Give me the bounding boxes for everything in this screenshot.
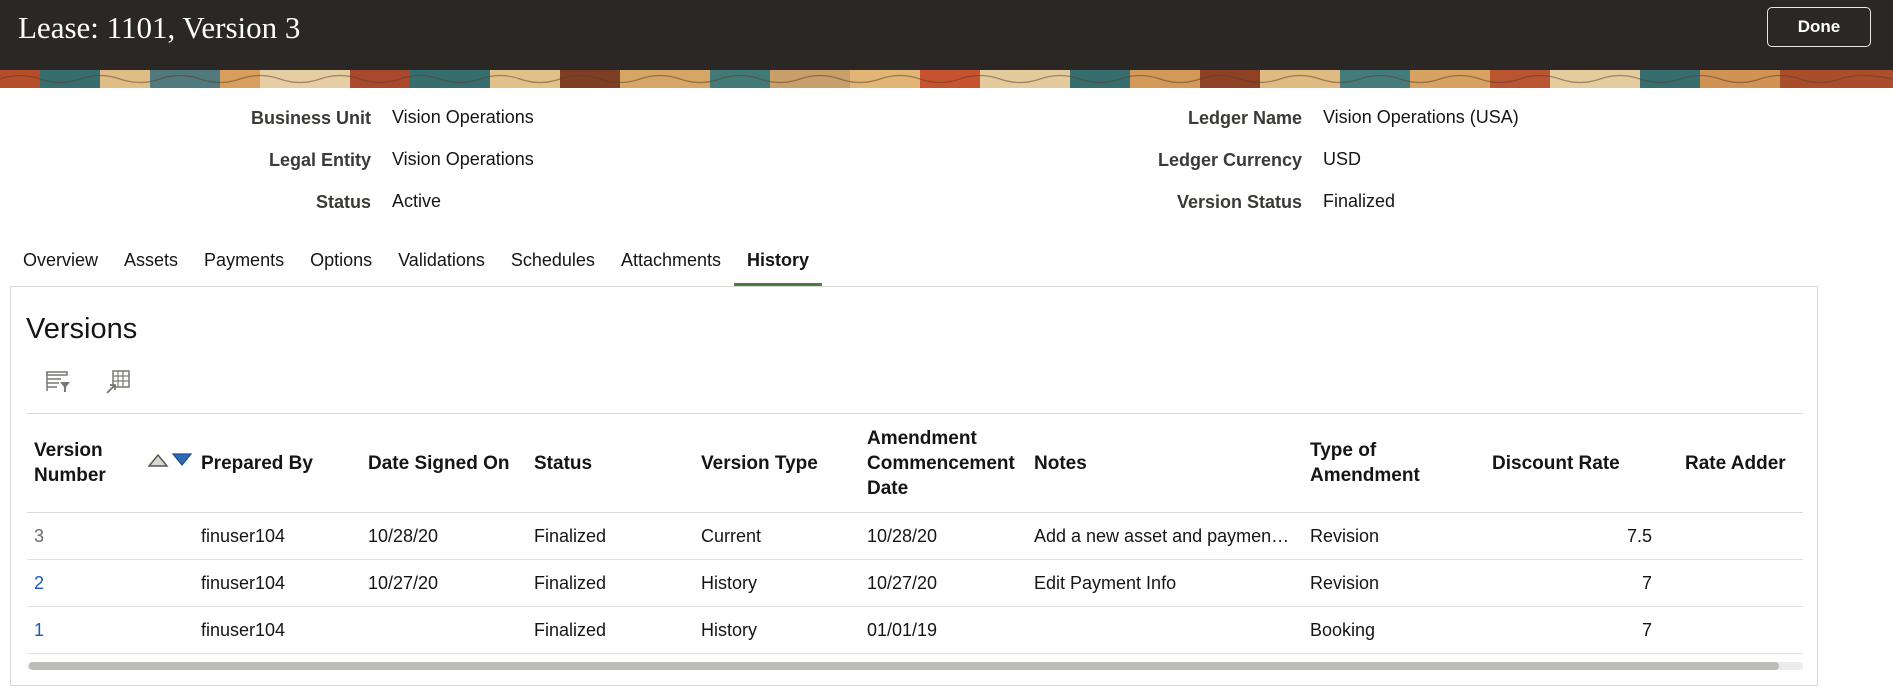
tab-overview[interactable]: Overview	[10, 240, 111, 288]
discount-rate-cell: 7.5	[1626, 526, 1652, 546]
amendment-date-cell: 10/28/20	[867, 526, 938, 546]
version-type-cell: History	[701, 573, 758, 593]
version-type-cell: Current	[701, 526, 762, 546]
business-unit-value: Vision Operations	[392, 107, 534, 127]
tab-bar: Overview Assets Payments Options Validat…	[10, 240, 823, 288]
table-row[interactable]: 3 finuser104 10/28/20 Finalized Current …	[27, 513, 1803, 560]
discount-rate-cell: 7	[1641, 620, 1652, 640]
scrollbar-thumb[interactable]	[29, 662, 1779, 670]
status-cell: Finalized	[534, 573, 607, 593]
versions-title: Versions	[26, 313, 138, 345]
type-of-amendment-cell: Revision	[1310, 526, 1380, 546]
version-type-cell: History	[701, 620, 758, 640]
status-cell: Finalized	[534, 526, 607, 546]
done-button[interactable]: Done	[1767, 7, 1871, 47]
detach-table-icon[interactable]	[103, 367, 133, 397]
sort-descending-icon[interactable]	[171, 451, 193, 474]
column-header-amendment-commencement-date[interactable]: Amendment Commencement Date	[867, 426, 1015, 501]
decorative-banner	[0, 70, 1893, 88]
ledger-currency-value: USD	[1323, 149, 1362, 169]
prepared-by-cell: finuser104	[201, 526, 286, 546]
column-header-version-number[interactable]: Version Number	[34, 438, 106, 488]
prepared-by-cell: finuser104	[201, 573, 286, 593]
table-top-border	[27, 413, 1803, 414]
amendment-date-cell: 10/27/20	[867, 573, 938, 593]
tab-options[interactable]: Options	[297, 240, 385, 288]
column-header-prepared-by[interactable]: Prepared By	[201, 451, 313, 476]
date-signed-cell: 10/28/20	[368, 526, 439, 546]
tab-attachments[interactable]: Attachments	[608, 240, 734, 288]
version-number-link[interactable]: 2	[34, 573, 44, 594]
column-header-discount-rate[interactable]: Discount Rate	[1492, 451, 1620, 476]
type-of-amendment-cell: Revision	[1310, 573, 1380, 593]
amendment-date-cell: 01/01/19	[867, 620, 938, 640]
prepared-by-cell: finuser104	[201, 620, 286, 640]
column-header-notes[interactable]: Notes	[1034, 451, 1087, 476]
date-signed-cell: 10/27/20	[368, 573, 439, 593]
business-unit-label: Business Unit	[250, 108, 371, 128]
horizontal-scrollbar[interactable]	[27, 659, 1803, 673]
table-row[interactable]: 2 finuser104 10/27/20 Finalized History …	[27, 560, 1803, 607]
versions-panel: Versions Version Number Prepared By Date…	[10, 286, 1818, 686]
legal-entity-label: Legal Entity	[268, 150, 371, 170]
column-header-status[interactable]: Status	[534, 451, 592, 476]
sort-controls	[147, 451, 193, 474]
column-header-type-of-amendment[interactable]: Type of Amendment	[1310, 438, 1420, 488]
legal-entity-value: Vision Operations	[392, 149, 534, 169]
status-value: Active	[392, 191, 442, 211]
notes-cell: Edit Payment Info	[1034, 573, 1177, 593]
query-by-example-icon[interactable]	[43, 367, 73, 397]
status-label: Status	[315, 192, 371, 212]
tab-schedules[interactable]: Schedules	[498, 240, 608, 288]
tab-assets[interactable]: Assets	[111, 240, 191, 288]
column-header-version-type[interactable]: Version Type	[701, 451, 818, 476]
column-header-date-signed-on[interactable]: Date Signed On	[368, 451, 509, 476]
discount-rate-cell: 7	[1641, 573, 1652, 593]
type-of-amendment-cell: Booking	[1310, 620, 1376, 640]
ledger-name-label: Ledger Name	[1187, 108, 1302, 128]
page-title: Lease: 1101, Version 3	[18, 10, 301, 45]
version-number-link[interactable]: 1	[34, 620, 44, 641]
version-status-value: Finalized	[1323, 191, 1396, 211]
column-header-rate-adder[interactable]: Rate Adder	[1685, 451, 1786, 476]
tab-payments[interactable]: Payments	[191, 240, 297, 288]
version-number-link[interactable]: 3	[34, 526, 44, 547]
notes-cell: Add a new asset and payment info	[1034, 526, 1294, 546]
page-header: Lease: 1101, Version 3 Done	[0, 0, 1893, 70]
status-cell: Finalized	[534, 620, 607, 640]
ledger-currency-label: Ledger Currency	[1157, 150, 1302, 170]
tab-validations[interactable]: Validations	[385, 240, 498, 288]
ledger-name-value: Vision Operations (USA)	[1323, 107, 1519, 127]
sort-ascending-icon[interactable]	[147, 451, 169, 474]
version-status-label: Version Status	[1176, 192, 1302, 212]
table-row[interactable]: 1 finuser104 Finalized History 01/01/19 …	[27, 607, 1803, 654]
tab-history[interactable]: History	[733, 240, 823, 288]
